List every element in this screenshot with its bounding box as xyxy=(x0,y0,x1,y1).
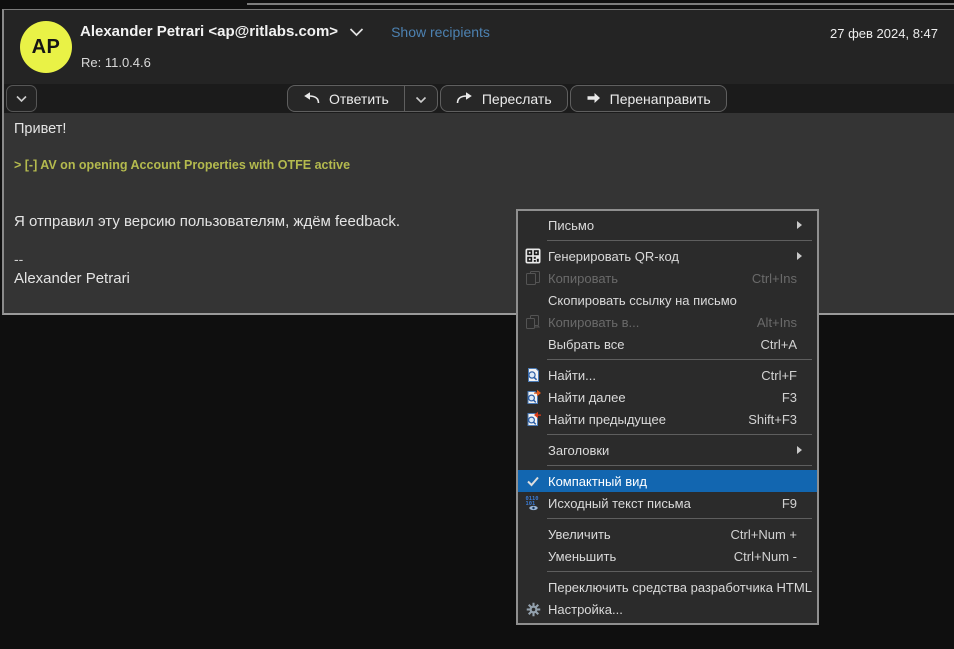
menu-item-label: Копировать xyxy=(548,271,740,286)
redirect-arrow-icon xyxy=(586,91,601,107)
copy-icon xyxy=(518,269,548,287)
menu-item-label: Найти предыдущее xyxy=(548,412,736,427)
context-menu: Письмо Генерировать QR-код Копировать Ctrl+… xyxy=(516,209,819,625)
menu-item-settings[interactable]: Настройка... xyxy=(518,598,817,620)
menu-item-shortcut: F9 xyxy=(782,496,817,511)
menu-item-zoom-out[interactable]: Уменьшить Ctrl+Num - xyxy=(518,545,817,567)
menu-item-label: Письмо xyxy=(548,218,797,233)
redirect-button[interactable]: Перенаправить xyxy=(570,85,727,112)
gear-icon xyxy=(518,600,548,618)
message-subject: Re: 11.0.4.6 xyxy=(81,55,151,70)
menu-separator xyxy=(547,359,812,360)
menu-icon-gutter xyxy=(518,216,548,234)
message-date: 27 фев 2024, 8:47 xyxy=(830,26,938,41)
menu-item-label: Заголовки xyxy=(548,443,797,458)
menu-item-label: Компактный вид xyxy=(548,474,817,489)
menu-item-message-source[interactable]: 0110101Исходный текст письма F9 xyxy=(518,492,817,514)
find-icon xyxy=(518,366,548,384)
quoted-line[interactable]: > [-] AV on opening Account Properties w… xyxy=(14,158,944,172)
chevron-down-icon[interactable] xyxy=(348,27,365,37)
menu-item-shortcut: F3 xyxy=(782,390,817,405)
menu-icon-gutter xyxy=(518,525,548,543)
menu-separator xyxy=(547,240,812,241)
forward-button-label: Переслать xyxy=(482,91,552,107)
menu-icon-gutter xyxy=(518,291,548,309)
message-header: AP Alexander Petrari <ap@ritlabs.com> Sh… xyxy=(4,10,954,84)
forward-button[interactable]: Переслать xyxy=(440,85,568,112)
menu-item-letter[interactable]: Письмо xyxy=(518,214,817,236)
menu-item-copy-to[interactable]: Копировать в... Alt+Ins xyxy=(518,311,817,333)
background-window-edge xyxy=(247,3,954,5)
menu-item-label: Найти... xyxy=(548,368,749,383)
menu-icon-gutter xyxy=(518,441,548,459)
menu-separator xyxy=(547,571,812,572)
find-previous-icon xyxy=(518,410,548,428)
collapse-header-button[interactable] xyxy=(6,85,37,112)
reply-button[interactable]: Ответить xyxy=(288,86,404,111)
menu-item-generate-qr-code[interactable]: Генерировать QR-код xyxy=(518,245,817,267)
menu-item-label: Настройка... xyxy=(548,602,817,617)
reply-options-dropdown[interactable] xyxy=(404,86,437,111)
menu-item-label: Генерировать QR-код xyxy=(548,249,797,264)
menu-item-select-all[interactable]: Выбрать все Ctrl+A xyxy=(518,333,817,355)
menu-item-shortcut: Ctrl+Num - xyxy=(734,549,817,564)
menu-item-shortcut: Alt+Ins xyxy=(757,315,817,330)
reply-button-label: Ответить xyxy=(329,91,389,107)
submenu-arrow-icon xyxy=(797,446,813,454)
menu-item-shortcut: Ctrl+A xyxy=(761,337,817,352)
chevron-down-icon xyxy=(15,90,28,108)
chevron-down-icon xyxy=(415,91,427,107)
screen: { "colors": { "highlight_blue": "#1266b0… xyxy=(0,0,954,649)
reply-button-group: Ответить Переслать Перенаправить xyxy=(287,85,727,112)
menu-icon-gutter xyxy=(518,547,548,565)
menu-item-headers[interactable]: Заголовки xyxy=(518,439,817,461)
find-next-icon xyxy=(518,388,548,406)
avatar: AP xyxy=(20,21,72,73)
sender-name: Alexander Petrari <ap@ritlabs.com> xyxy=(80,23,338,40)
show-recipients-link[interactable]: Show recipients xyxy=(391,24,490,40)
menu-item-compact-view[interactable]: Компактный вид xyxy=(518,470,817,492)
message-source-icon: 0110101 xyxy=(518,494,548,512)
menu-item-zoom-in[interactable]: Увеличить Ctrl+Num + xyxy=(518,523,817,545)
menu-item-find-previous[interactable]: Найти предыдущее Shift+F3 xyxy=(518,408,817,430)
menu-item-find[interactable]: Найти... Ctrl+F xyxy=(518,364,817,386)
menu-item-label: Скопировать ссылку на письмо xyxy=(548,293,817,308)
menu-item-shortcut: Ctrl+Ins xyxy=(752,271,817,286)
menu-item-find-next[interactable]: Найти далее F3 xyxy=(518,386,817,408)
menu-item-label: Уменьшить xyxy=(548,549,722,564)
message-toolbar: Ответить Переслать Перенаправить xyxy=(4,84,954,113)
menu-icon-gutter xyxy=(518,335,548,353)
menu-item-label: Найти далее xyxy=(548,390,770,405)
submenu-arrow-icon xyxy=(797,252,813,260)
qr-code-icon xyxy=(518,247,548,265)
checkmark-icon xyxy=(518,472,548,490)
menu-item-label: Копировать в... xyxy=(548,315,745,330)
menu-item-copy[interactable]: Копировать Ctrl+Ins xyxy=(518,267,817,289)
menu-separator xyxy=(547,465,812,466)
menu-item-label: Исходный текст письма xyxy=(548,496,770,511)
forward-arrow-icon xyxy=(456,91,473,107)
menu-icon-gutter xyxy=(518,578,548,596)
sender-line: Alexander Petrari <ap@ritlabs.com> Show … xyxy=(80,23,490,40)
menu-item-label: Увеличить xyxy=(548,527,719,542)
menu-item-shortcut: Ctrl+Num + xyxy=(731,527,817,542)
redirect-button-label: Перенаправить xyxy=(610,91,711,107)
submenu-arrow-icon xyxy=(797,221,813,229)
message-greeting: Привет! xyxy=(14,121,944,137)
menu-item-label: Выбрать все xyxy=(548,337,749,352)
copy-to-icon xyxy=(518,313,548,331)
menu-item-label: Переключить средства разработчика HTML xyxy=(548,580,817,595)
menu-separator xyxy=(547,434,812,435)
menu-separator xyxy=(547,518,812,519)
menu-item-shortcut: Shift+F3 xyxy=(748,412,817,427)
menu-item-copy-message-link[interactable]: Скопировать ссылку на письмо xyxy=(518,289,817,311)
reply-arrow-icon xyxy=(303,91,320,107)
menu-item-toggle-html-devtools[interactable]: Переключить средства разработчика HTML xyxy=(518,576,817,598)
menu-item-shortcut: Ctrl+F xyxy=(761,368,817,383)
